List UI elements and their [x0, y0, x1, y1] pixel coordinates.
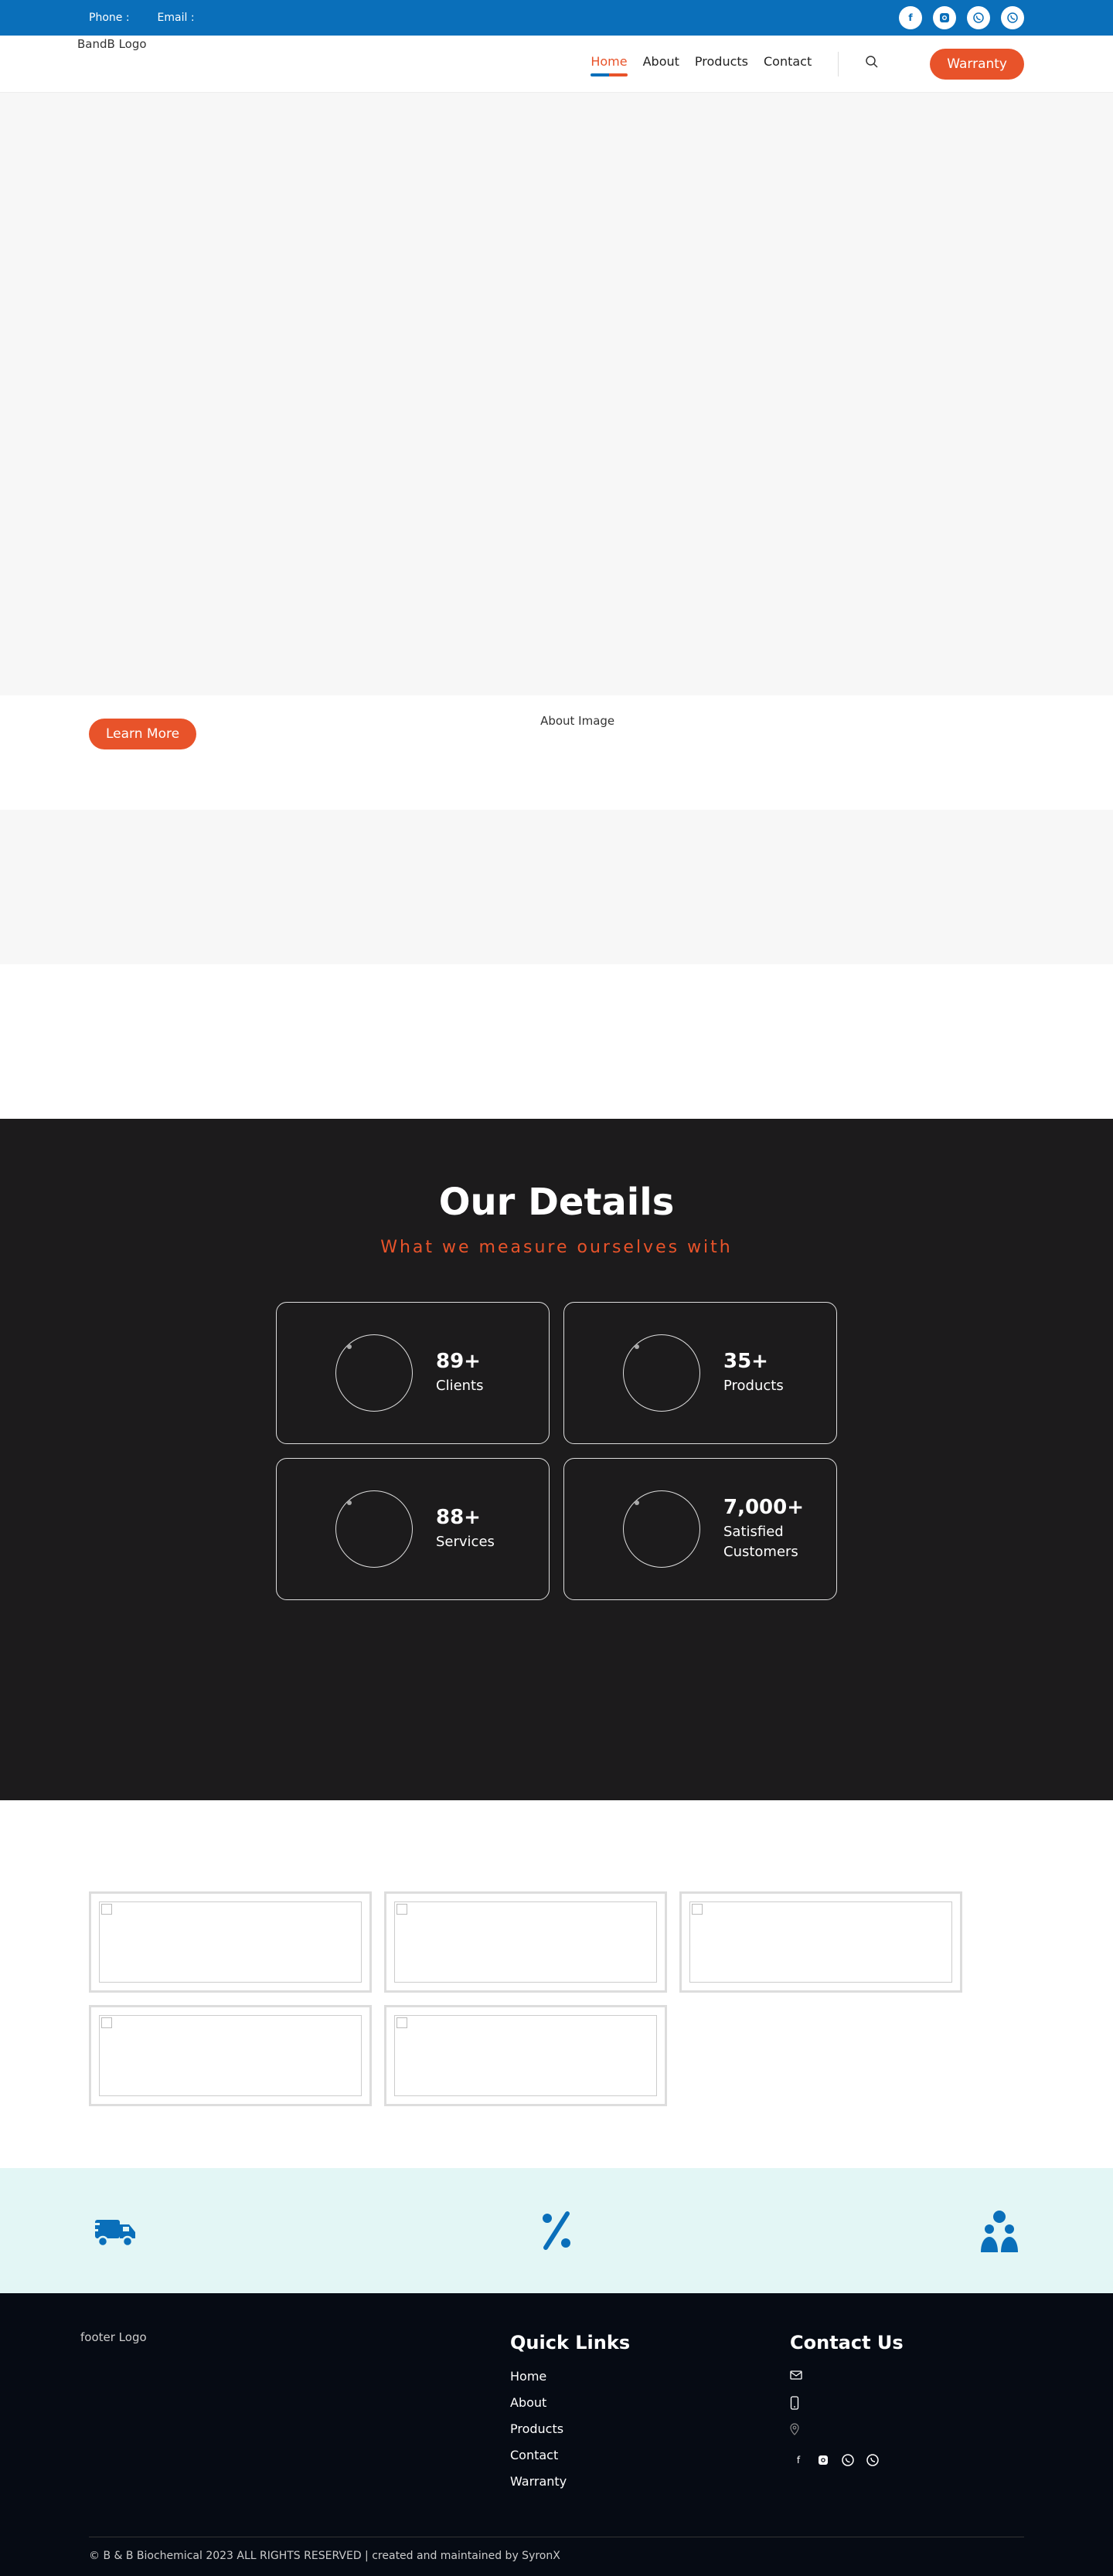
details-section: Our Details What we measure ourselves wi… — [0, 1119, 1113, 1800]
stat-label: Clients — [436, 1377, 484, 1394]
stat-value: 35+ — [723, 1349, 768, 1373]
gallery-item[interactable] — [679, 1891, 962, 1993]
footer-link-contact[interactable]: Contact — [510, 2448, 790, 2462]
quick-links-title: Quick Links — [510, 2332, 631, 2353]
stats-grid: 89+ Clients 35+ Products 88+ Services 7,000… — [276, 1302, 837, 1600]
stat-value: 7,000+ — [723, 1495, 805, 1519]
nav-home[interactable]: Home — [591, 54, 628, 76]
nav-about[interactable]: About — [643, 54, 679, 73]
phone-label[interactable]: Phone : — [89, 12, 130, 24]
main-nav: Home About Products Contact Warranty — [591, 48, 1024, 80]
about-image: About Image — [540, 714, 615, 728]
hero-section — [0, 93, 1113, 695]
whatsapp-icon[interactable] — [967, 6, 990, 29]
learn-more-button[interactable]: Learn More — [89, 719, 197, 749]
social-links: f — [899, 6, 1024, 29]
progress-ring — [623, 1334, 700, 1412]
stat-card: 88+ Services — [276, 1458, 550, 1600]
viber-icon[interactable] — [1001, 6, 1024, 29]
footer-link-warranty[interactable]: Warranty — [510, 2474, 790, 2489]
stat-card: 35+ Products — [563, 1302, 837, 1444]
details-title: Our Details — [438, 1181, 675, 1224]
warranty-button[interactable]: Warranty — [930, 48, 1024, 80]
footer-link-about[interactable]: About — [510, 2395, 790, 2410]
gallery-image — [99, 1901, 362, 1983]
site-footer: footer Logo Quick Links Home About Produ… — [0, 2293, 1113, 2576]
customer-support-icon — [981, 2211, 1018, 2252]
gallery-image — [99, 2015, 362, 2096]
gallery-section — [0, 1800, 1113, 2168]
stat-label: Services — [436, 1533, 495, 1550]
stat-value: 89+ — [436, 1349, 481, 1373]
footer-link-home[interactable]: Home — [510, 2369, 790, 2384]
percent-icon — [543, 2211, 570, 2250]
about-section: Learn More About Image — [0, 695, 1113, 810]
footer-link-products[interactable]: Products — [510, 2421, 790, 2436]
search-icon[interactable] — [865, 55, 879, 73]
progress-ring — [335, 1334, 413, 1412]
viber-icon[interactable] — [864, 2452, 881, 2469]
nav-divider — [838, 51, 839, 76]
stat-value: 88+ — [436, 1505, 481, 1529]
white-section — [0, 964, 1113, 1119]
gallery-item[interactable] — [89, 1891, 372, 1993]
copyright: © B & B Biochemical 2023 ALL RIGHTS RESE… — [89, 2550, 560, 2562]
facebook-icon[interactable]: f — [899, 6, 922, 29]
contact-title: Contact Us — [790, 2332, 904, 2353]
location-icon[interactable] — [790, 2423, 904, 2450]
grey-section — [0, 810, 1113, 964]
email-label[interactable]: Email : — [158, 12, 195, 24]
gallery-image — [394, 2015, 657, 2096]
gallery-image — [394, 1901, 657, 1983]
gallery-image — [689, 1901, 952, 1983]
quick-links: Quick Links Home About Products Contact … — [510, 2332, 790, 2500]
details-subtitle: What we measure ourselves with — [380, 1238, 733, 1257]
footer-logo[interactable]: footer Logo — [80, 2330, 510, 2500]
stat-label: Products — [723, 1377, 784, 1394]
email-icon[interactable] — [790, 2369, 904, 2396]
main-header: BandB Logo Home About Products Contact W… — [0, 36, 1113, 93]
gallery-item[interactable] — [89, 2005, 372, 2106]
footer-socials: f — [790, 2452, 904, 2469]
instagram-icon[interactable] — [815, 2452, 832, 2469]
progress-ring — [335, 1490, 413, 1568]
nav-contact[interactable]: Contact — [764, 54, 812, 73]
delivery-truck-icon — [89, 2220, 135, 2248]
top-bar: Phone : Email : f — [0, 0, 1113, 36]
site-logo[interactable]: BandB Logo — [77, 37, 147, 51]
facebook-icon[interactable]: f — [790, 2452, 807, 2469]
phone-icon[interactable] — [790, 2396, 904, 2423]
stat-card: 7,000+ Satisfied Customers — [563, 1458, 837, 1600]
gallery-item[interactable] — [384, 2005, 667, 2106]
whatsapp-icon[interactable] — [839, 2452, 856, 2469]
top-contact: Phone : Email : — [89, 12, 195, 24]
nav-products[interactable]: Products — [695, 54, 748, 73]
contact-us: Contact Us f — [790, 2332, 904, 2500]
gallery-item[interactable] — [384, 1891, 667, 1993]
instagram-icon[interactable] — [933, 6, 956, 29]
progress-ring — [623, 1490, 700, 1568]
stat-label: Satisfied Customers — [723, 1523, 798, 1560]
stat-card: 89+ Clients — [276, 1302, 550, 1444]
features-section — [0, 2168, 1113, 2293]
